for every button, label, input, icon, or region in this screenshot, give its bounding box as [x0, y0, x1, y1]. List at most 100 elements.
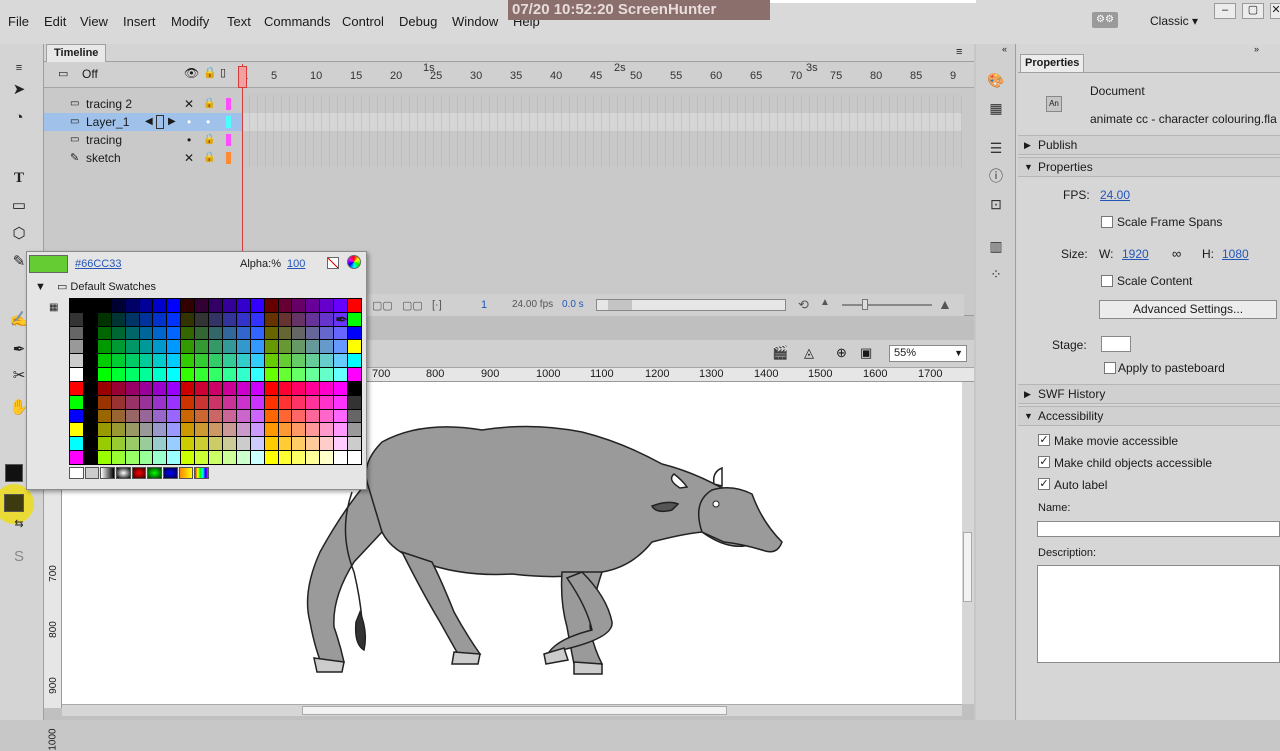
color-swatch[interactable]	[125, 354, 139, 368]
color-swatch[interactable]	[153, 312, 167, 326]
small-mountain-icon[interactable]: ▲	[820, 297, 830, 308]
gradient-swatch[interactable]	[84, 467, 100, 479]
color-swatch[interactable]	[264, 326, 278, 340]
color-swatch[interactable]	[70, 340, 83, 354]
color-swatch[interactable]	[306, 437, 320, 451]
color-swatch[interactable]	[139, 395, 153, 409]
color-swatch[interactable]	[222, 326, 236, 340]
frame-strip[interactable]	[242, 131, 962, 149]
color-swatch[interactable]	[167, 354, 181, 368]
color-swatch[interactable]	[222, 423, 236, 437]
frame-zoom-slider[interactable]	[842, 304, 932, 306]
color-swatch[interactable]	[139, 299, 153, 312]
no-color-icon[interactable]	[327, 257, 339, 269]
color-swatch[interactable]	[236, 423, 250, 437]
loop-icon[interactable]: ⟲	[798, 297, 809, 313]
color-swatch[interactable]	[320, 368, 334, 381]
color-wheel-icon[interactable]	[347, 255, 361, 269]
tools-menu-icon[interactable]: ≡	[8, 58, 30, 78]
color-swatch[interactable]	[264, 423, 278, 437]
current-frame[interactable]: 1	[481, 299, 487, 311]
color-swatch[interactable]	[236, 340, 250, 354]
color-panel-icon[interactable]: 🎨	[987, 72, 1005, 88]
auto-label-checkbox[interactable]: ✓	[1038, 478, 1050, 490]
color-swatch[interactable]	[264, 299, 278, 312]
color-swatch[interactable]	[250, 395, 264, 409]
color-swatch[interactable]	[125, 423, 139, 437]
color-swatch[interactable]	[222, 437, 236, 451]
color-swatch[interactable]	[348, 368, 361, 381]
color-swatch[interactable]	[348, 451, 361, 464]
color-swatch[interactable]	[292, 354, 306, 368]
color-swatch[interactable]	[222, 395, 236, 409]
color-swatch[interactable]	[236, 354, 250, 368]
scale-content-checkbox[interactable]	[1101, 275, 1113, 287]
color-swatch[interactable]	[292, 381, 306, 395]
color-swatch[interactable]	[264, 451, 278, 464]
color-swatch[interactable]	[306, 326, 320, 340]
color-swatch[interactable]	[209, 437, 222, 451]
section-accessibility[interactable]: ▼ Accessibility	[1018, 406, 1280, 426]
color-swatch[interactable]	[167, 326, 181, 340]
color-swatch[interactable]	[167, 312, 181, 326]
stage-horizontal-scrollbar[interactable]	[62, 704, 962, 716]
frame-strip[interactable]	[242, 149, 962, 167]
color-swatch[interactable]	[222, 340, 236, 354]
color-swatch[interactable]	[278, 354, 292, 368]
onion-skin-icon[interactable]: ▢▢	[372, 299, 393, 312]
menu-view[interactable]: View	[80, 14, 108, 29]
layer-color-icon[interactable]	[226, 116, 231, 128]
swatches-panel-icon[interactable]: ▦	[987, 100, 1005, 116]
color-swatch[interactable]	[70, 299, 83, 312]
color-swatch[interactable]	[334, 381, 348, 395]
color-swatch[interactable]	[348, 312, 361, 326]
color-swatch[interactable]	[264, 395, 278, 409]
color-swatch[interactable]	[250, 299, 264, 312]
color-swatch[interactable]	[320, 312, 334, 326]
menu-insert[interactable]: Insert	[123, 14, 156, 29]
color-swatch[interactable]	[153, 368, 167, 381]
color-swatch[interactable]	[334, 395, 348, 409]
color-swatch[interactable]	[97, 354, 111, 368]
color-swatch[interactable]	[97, 423, 111, 437]
color-swatch[interactable]	[83, 381, 97, 395]
color-swatch[interactable]	[153, 340, 167, 354]
color-swatch[interactable]	[348, 395, 361, 409]
color-swatch[interactable]	[320, 381, 334, 395]
color-swatch[interactable]	[70, 423, 83, 437]
color-swatch[interactable]	[195, 423, 209, 437]
color-swatch[interactable]	[306, 409, 320, 423]
lock-dot-icon[interactable]: •	[206, 113, 210, 131]
color-swatch[interactable]	[250, 326, 264, 340]
color-swatch[interactable]	[70, 312, 83, 326]
color-swatch[interactable]	[111, 423, 125, 437]
hidden-x-icon[interactable]: ✕	[184, 95, 194, 113]
stage-vscroll-thumb[interactable]	[963, 532, 972, 602]
color-swatch[interactable]	[292, 368, 306, 381]
menu-file[interactable]: File	[8, 14, 29, 29]
components-panel-icon[interactable]: ⁘	[987, 266, 1005, 282]
color-swatch[interactable]	[250, 423, 264, 437]
color-swatch[interactable]	[236, 299, 250, 312]
layer-row[interactable]: ▭ tracing • 🔒	[44, 131, 242, 149]
color-swatch[interactable]	[334, 368, 348, 381]
color-swatch[interactable]	[97, 451, 111, 464]
color-swatch[interactable]	[320, 451, 334, 464]
color-swatch[interactable]	[348, 423, 361, 437]
make-movie-accessible-checkbox[interactable]: ✓	[1038, 434, 1050, 446]
section-publish[interactable]: ▶ Publish	[1018, 135, 1280, 155]
color-swatch[interactable]	[153, 326, 167, 340]
gradient-swatch[interactable]	[131, 467, 147, 479]
color-swatch[interactable]	[139, 354, 153, 368]
color-swatch[interactable]	[83, 423, 97, 437]
fps-value[interactable]: 24.00	[1100, 188, 1130, 202]
workspace-gear-icon[interactable]: ⚙⚙	[1092, 12, 1118, 28]
color-swatch[interactable]	[292, 312, 306, 326]
color-swatch[interactable]	[334, 354, 348, 368]
color-swatch[interactable]	[111, 395, 125, 409]
frame-strip[interactable]	[242, 113, 962, 131]
eye-icon[interactable]: 👁	[184, 66, 199, 80]
color-swatch[interactable]	[83, 299, 97, 312]
gradient-swatch[interactable]	[163, 467, 178, 479]
color-swatch[interactable]	[320, 423, 334, 437]
